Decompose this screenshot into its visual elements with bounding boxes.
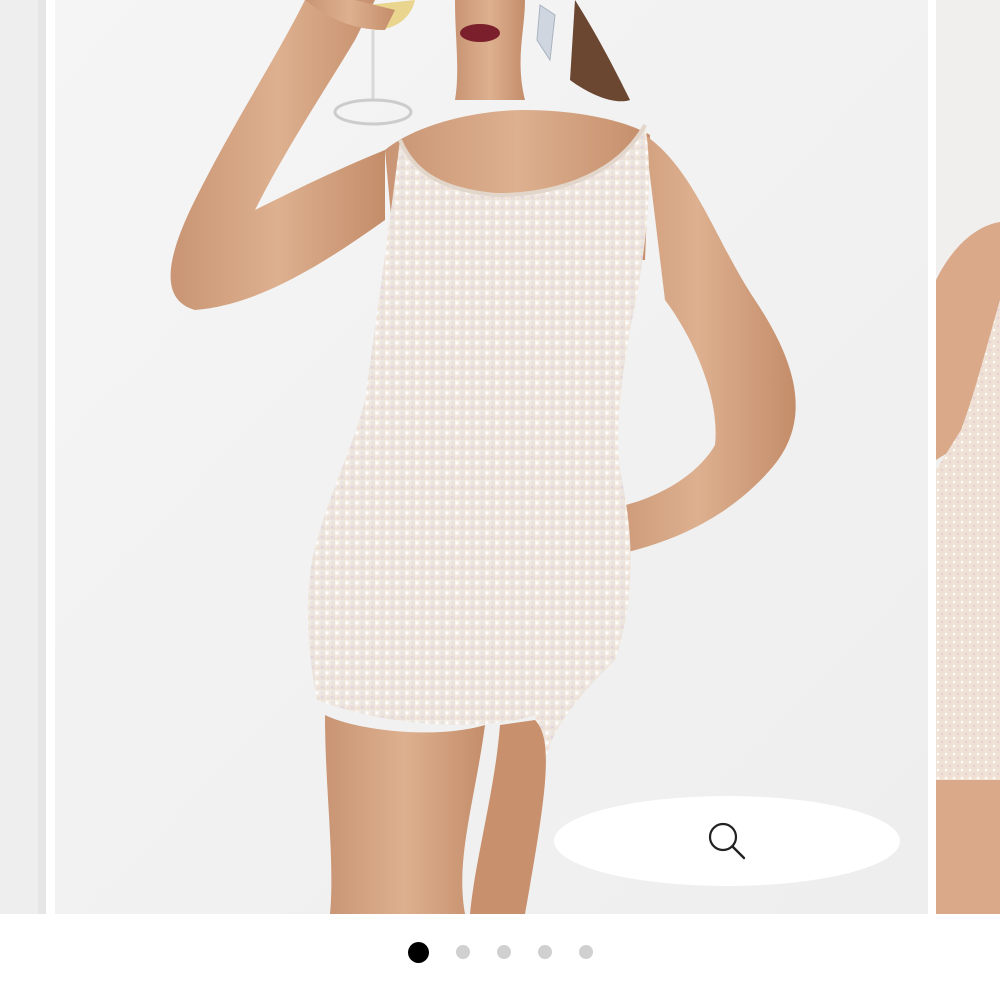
carousel-dot-1[interactable]: [407, 941, 429, 963]
zoom-button[interactable]: [554, 796, 900, 886]
product-image-carousel[interactable]: [0, 0, 1000, 914]
next-slide-image[interactable]: [936, 0, 1000, 914]
carousel-dot-5[interactable]: [578, 945, 593, 959]
product-gallery-viewport: [0, 0, 1000, 1000]
previous-slide-image[interactable]: [0, 0, 46, 914]
carousel-dot-2[interactable]: [455, 945, 470, 959]
magnifier-icon: [707, 821, 747, 861]
product-image-main[interactable]: [55, 0, 928, 914]
carousel-dot-3[interactable]: [496, 945, 511, 959]
carousel-dot-4[interactable]: [537, 945, 552, 959]
carousel-pagination: [0, 934, 1000, 970]
